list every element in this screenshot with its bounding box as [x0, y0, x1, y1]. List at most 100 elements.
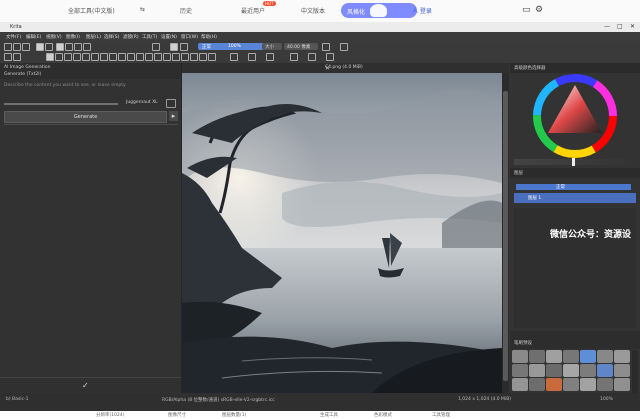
- minimize-button[interactable]: —: [604, 23, 610, 30]
- transform-tool-icon[interactable]: [100, 53, 108, 61]
- play-icon[interactable]: [340, 43, 348, 51]
- colorpicker-tool-icon[interactable]: [136, 53, 144, 61]
- rectangle-tool-icon[interactable]: [55, 53, 63, 61]
- rect-select-icon[interactable]: [163, 53, 171, 61]
- mirror-icon[interactable]: [83, 43, 91, 51]
- layer-blend-select[interactable]: 正常: [516, 184, 631, 190]
- smart-patch-icon[interactable]: [248, 53, 256, 61]
- nav-item-all-tools[interactable]: 全部工具(中文版): [68, 6, 115, 15]
- strength-slider[interactable]: [4, 103, 118, 105]
- folder-icon[interactable]: ▭: [522, 5, 532, 15]
- brush-preset[interactable]: [546, 378, 562, 391]
- brush-preset[interactable]: [614, 378, 630, 391]
- document-tab[interactable]: C4.png (4.0 MiB) ✕: [182, 63, 509, 73]
- preserve-alpha-icon[interactable]: [74, 43, 82, 51]
- brush-preset[interactable]: [580, 364, 596, 377]
- menu-edit[interactable]: 编辑(E): [26, 34, 41, 40]
- measure-tool-icon[interactable]: [154, 53, 162, 61]
- queue-icon[interactable]: ▸: [169, 111, 178, 121]
- close-button[interactable]: ✕: [630, 23, 635, 30]
- canvas-vertical-scrollbar[interactable]: [502, 73, 509, 393]
- reload-icon[interactable]: [152, 43, 160, 51]
- brush-preset[interactable]: [529, 364, 545, 377]
- brush-preset[interactable]: [546, 350, 562, 363]
- brush-preset[interactable]: [614, 364, 630, 377]
- line-tool-icon[interactable]: [64, 53, 72, 61]
- bg-color-icon[interactable]: [180, 43, 188, 51]
- ellipse-select-icon[interactable]: [172, 53, 180, 61]
- menu-window[interactable]: 窗口(W): [181, 34, 198, 40]
- move-tool-icon[interactable]: [109, 53, 117, 61]
- brush-preset[interactable]: [597, 364, 613, 377]
- brush-preset[interactable]: [597, 378, 613, 391]
- similar-select-icon[interactable]: [308, 53, 316, 61]
- brush-preset[interactable]: [512, 364, 528, 377]
- generate-button[interactable]: Generate: [4, 111, 167, 123]
- assistant-tool-icon[interactable]: [230, 53, 238, 61]
- nav-item-history[interactable]: 历史: [180, 6, 192, 15]
- menu-layer[interactable]: 图层(L): [86, 34, 101, 40]
- brush-preset[interactable]: [597, 350, 613, 363]
- tab-ai-image-generation[interactable]: AI Image Generation: [4, 65, 50, 70]
- gradient-tool-icon[interactable]: [127, 53, 135, 61]
- model-select[interactable]: Juggernaut XL: [126, 100, 158, 105]
- nav-swap-icon[interactable]: ⇆: [140, 6, 145, 13]
- new-icon[interactable]: [4, 43, 12, 51]
- brush-preset[interactable]: [546, 364, 562, 377]
- canvas-painting[interactable]: [182, 73, 502, 393]
- fill-tool-icon[interactable]: [145, 53, 153, 61]
- status-brush[interactable]: b) Basic-1: [6, 397, 28, 402]
- path-tool-icon[interactable]: [91, 53, 99, 61]
- value-slider[interactable]: [514, 158, 636, 166]
- tab-generate-mode[interactable]: Generate (Txt2I): [4, 72, 41, 77]
- brush-preset[interactable]: [529, 378, 545, 391]
- brush-preset[interactable]: [580, 378, 596, 391]
- zoom-tool-icon[interactable]: [199, 53, 207, 61]
- gradient-icon[interactable]: [36, 43, 44, 51]
- open-icon[interactable]: [13, 43, 21, 51]
- multibrush-icon[interactable]: [266, 53, 274, 61]
- menu-image[interactable]: 图像(I): [66, 34, 80, 40]
- settings-icon[interactable]: [166, 99, 176, 108]
- pattern-icon[interactable]: [45, 43, 53, 51]
- fg-color-icon[interactable]: [170, 43, 178, 51]
- select-tool-icon[interactable]: [4, 53, 12, 61]
- prompt-hint[interactable]: Describe the content you want to see, or…: [4, 83, 126, 88]
- brush-preset[interactable]: [512, 350, 528, 363]
- size-field[interactable]: 大小: [262, 43, 282, 50]
- brush-preset[interactable]: [580, 350, 596, 363]
- layer-row[interactable]: 图层 1: [514, 193, 636, 203]
- lasso-select-icon[interactable]: [181, 53, 189, 61]
- menu-file[interactable]: 文件(F): [6, 34, 21, 40]
- crop-tool-icon[interactable]: [118, 53, 126, 61]
- erase-icon[interactable]: [65, 43, 73, 51]
- size-value[interactable]: 40.00 像素: [284, 43, 318, 50]
- pan-tool-icon[interactable]: [208, 53, 216, 61]
- status-zoom[interactable]: 100%: [600, 397, 613, 402]
- brush-preset-icon[interactable]: [56, 43, 64, 51]
- nav-item-chinese[interactable]: 中文版本: [301, 6, 325, 15]
- polygon-tool-icon[interactable]: [82, 53, 90, 61]
- close-document-icon[interactable]: ✕: [325, 65, 504, 72]
- freehand-brush-icon[interactable]: [46, 53, 54, 61]
- bezier-select-icon[interactable]: [326, 53, 334, 61]
- menu-view[interactable]: 视图(V): [46, 34, 62, 40]
- color-wheel[interactable]: [532, 73, 618, 159]
- triangle-icon[interactable]: [322, 43, 330, 51]
- menu-tools[interactable]: 工具(T): [142, 34, 157, 40]
- ellipse-tool-icon[interactable]: [73, 53, 81, 61]
- brush-preset[interactable]: [614, 350, 630, 363]
- menu-help[interactable]: 帮助(H): [201, 34, 217, 40]
- slider-handle[interactable]: [572, 158, 575, 166]
- menu-filter[interactable]: 滤镜(R): [123, 34, 139, 40]
- menu-settings[interactable]: 设置(N): [161, 34, 177, 40]
- nav-item-style-active[interactable]: 风格化: [341, 3, 417, 18]
- gear-icon[interactable]: ⚙: [535, 5, 545, 15]
- nav-item-recent[interactable]: 最近用户: [241, 6, 265, 15]
- magic-wand-icon[interactable]: [190, 53, 198, 61]
- brush-preset[interactable]: [563, 350, 579, 363]
- brush-preset[interactable]: [563, 364, 579, 377]
- brush-preset[interactable]: [529, 350, 545, 363]
- login-link[interactable]: 人 登录: [412, 6, 432, 15]
- menu-select[interactable]: 选择(S): [104, 34, 119, 40]
